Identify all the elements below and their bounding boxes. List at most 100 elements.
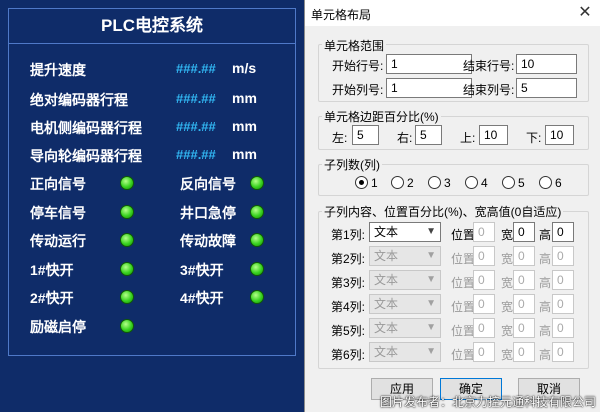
close-icon[interactable]: ✕ (575, 3, 595, 23)
col4-width-input[interactable]: 0 (513, 294, 535, 314)
dialog-titlebar[interactable]: 单元格布局 ✕ (305, 0, 600, 26)
col3-pos-input[interactable]: 0 (473, 270, 495, 290)
measure-unit: mm (232, 118, 257, 134)
measure-row-abs-encoder: 绝对编码器行程 ###.## mm (30, 88, 280, 112)
status-led-icon (250, 262, 264, 276)
signal-label: 传动运行 (30, 233, 86, 249)
select-value: 文本 (374, 345, 399, 359)
col5-height-input[interactable]: 0 (552, 318, 574, 338)
col1-type-select[interactable]: 文本 ▼ (369, 222, 441, 242)
chevron-down-icon: ▼ (426, 250, 436, 261)
subcol-radio-2[interactable] (391, 176, 404, 189)
measure-label: 提升速度 (30, 62, 86, 78)
signal-fast-open-3: 3#快开 (180, 258, 270, 282)
col2-pos-input[interactable]: 0 (473, 246, 495, 266)
signal-label: 传动故障 (180, 233, 236, 249)
margin-left-input[interactable]: 5 (352, 125, 379, 145)
col1-pos-input[interactable]: 0 (473, 222, 495, 242)
start-col-input[interactable]: 1 (386, 78, 472, 98)
subcol-group-label: 子列数(列) (322, 156, 382, 173)
width-label: 宽 (501, 300, 514, 314)
margin-group-label: 单元格边距百分比(%) (322, 108, 441, 125)
col6-width-input[interactable]: 0 (513, 342, 535, 362)
col5-label: 第5列: (331, 324, 366, 338)
col3-label: 第3列: (331, 276, 366, 290)
end-row-input[interactable]: 10 (516, 54, 577, 74)
signal-drive-fault: 传动故障 (180, 229, 270, 253)
subcol-radio-4[interactable] (465, 176, 478, 189)
col6-type-select[interactable]: 文本 ▼ (369, 342, 441, 362)
height-label: 高 (539, 252, 552, 266)
subcol-option-label: 5 (518, 176, 525, 190)
width-label: 宽 (501, 276, 514, 290)
signal-label: 励磁启停 (30, 319, 86, 335)
signal-fast-open-4: 4#快开 (180, 286, 270, 310)
col5-width-input[interactable]: 0 (513, 318, 535, 338)
col2-type-select[interactable]: 文本 ▼ (369, 246, 441, 266)
start-row-label: 开始行号: (332, 59, 384, 73)
measure-row-motor-encoder: 电机侧编码器行程 ###.## mm (30, 116, 280, 140)
col4-type-select[interactable]: 文本 ▼ (369, 294, 441, 314)
margin-top-input[interactable]: 10 (479, 125, 508, 145)
signal-reverse: 反向信号 (180, 172, 270, 196)
col3-width-input[interactable]: 0 (513, 270, 535, 290)
signal-label: 1#快开 (30, 262, 74, 278)
margin-top-label: 上: (460, 131, 476, 145)
margin-left-label: 左: (332, 131, 348, 145)
status-led-icon (250, 290, 264, 304)
subcol-option-label: 2 (407, 176, 414, 190)
col6-height-input[interactable]: 0 (552, 342, 574, 362)
status-led-icon (120, 176, 134, 190)
start-col-label: 开始列号: (332, 83, 384, 97)
col6-pos-input[interactable]: 0 (473, 342, 495, 362)
measure-value: ###.## (176, 119, 216, 134)
pos-label: 位置 (451, 324, 476, 338)
select-value: 文本 (374, 249, 399, 263)
start-row-input[interactable]: 1 (386, 54, 472, 74)
status-led-icon (120, 319, 134, 333)
select-value: 文本 (374, 225, 399, 239)
signal-label: 2#快开 (30, 290, 74, 306)
col4-height-input[interactable]: 0 (552, 294, 574, 314)
chevron-down-icon: ▼ (426, 346, 436, 357)
chevron-down-icon: ▼ (426, 322, 436, 333)
subcol-radio-5[interactable] (502, 176, 515, 189)
col4-label: 第4列: (331, 300, 366, 314)
signal-wellhead-estop: 井口急停 (180, 201, 270, 225)
signal-label: 反向信号 (180, 176, 236, 192)
signal-label: 停车信号 (30, 205, 86, 221)
subcol-radio-1[interactable] (355, 176, 368, 189)
col1-height-input[interactable]: 0 (552, 222, 574, 242)
status-led-icon (120, 205, 134, 219)
pos-label: 位置 (451, 276, 476, 290)
col3-height-input[interactable]: 0 (552, 270, 574, 290)
status-led-icon (120, 262, 134, 276)
subcol-radio-6[interactable] (539, 176, 552, 189)
chevron-down-icon: ▼ (426, 274, 436, 285)
height-label: 高 (539, 324, 552, 338)
subcol-option-label: 3 (444, 176, 451, 190)
subcol-radio-3[interactable] (428, 176, 441, 189)
col2-label: 第2列: (331, 252, 366, 266)
col1-width-input[interactable]: 0 (513, 222, 535, 242)
plc-panel: PLC电控系统 提升速度 ###.## m/s 绝对编码器行程 ###.## m… (0, 0, 304, 412)
end-row-label: 结束行号: (463, 59, 515, 73)
margin-right-input[interactable]: 5 (415, 125, 442, 145)
col2-height-input[interactable]: 0 (552, 246, 574, 266)
measure-label: 导向轮编码器行程 (30, 148, 142, 164)
col3-type-select[interactable]: 文本 ▼ (369, 270, 441, 290)
select-value: 文本 (374, 297, 399, 311)
col6-label: 第6列: (331, 348, 366, 362)
status-led-icon (250, 233, 264, 247)
end-col-input[interactable]: 5 (516, 78, 577, 98)
col4-pos-input[interactable]: 0 (473, 294, 495, 314)
signal-fast-open-1: 1#快开 (30, 258, 140, 282)
col2-width-input[interactable]: 0 (513, 246, 535, 266)
margin-bottom-input[interactable]: 10 (545, 125, 574, 145)
signal-label: 4#快开 (180, 290, 224, 306)
col5-type-select[interactable]: 文本 ▼ (369, 318, 441, 338)
height-label: 高 (539, 348, 552, 362)
pos-label: 位置 (451, 228, 476, 242)
end-col-label: 结束列号: (463, 83, 515, 97)
col5-pos-input[interactable]: 0 (473, 318, 495, 338)
